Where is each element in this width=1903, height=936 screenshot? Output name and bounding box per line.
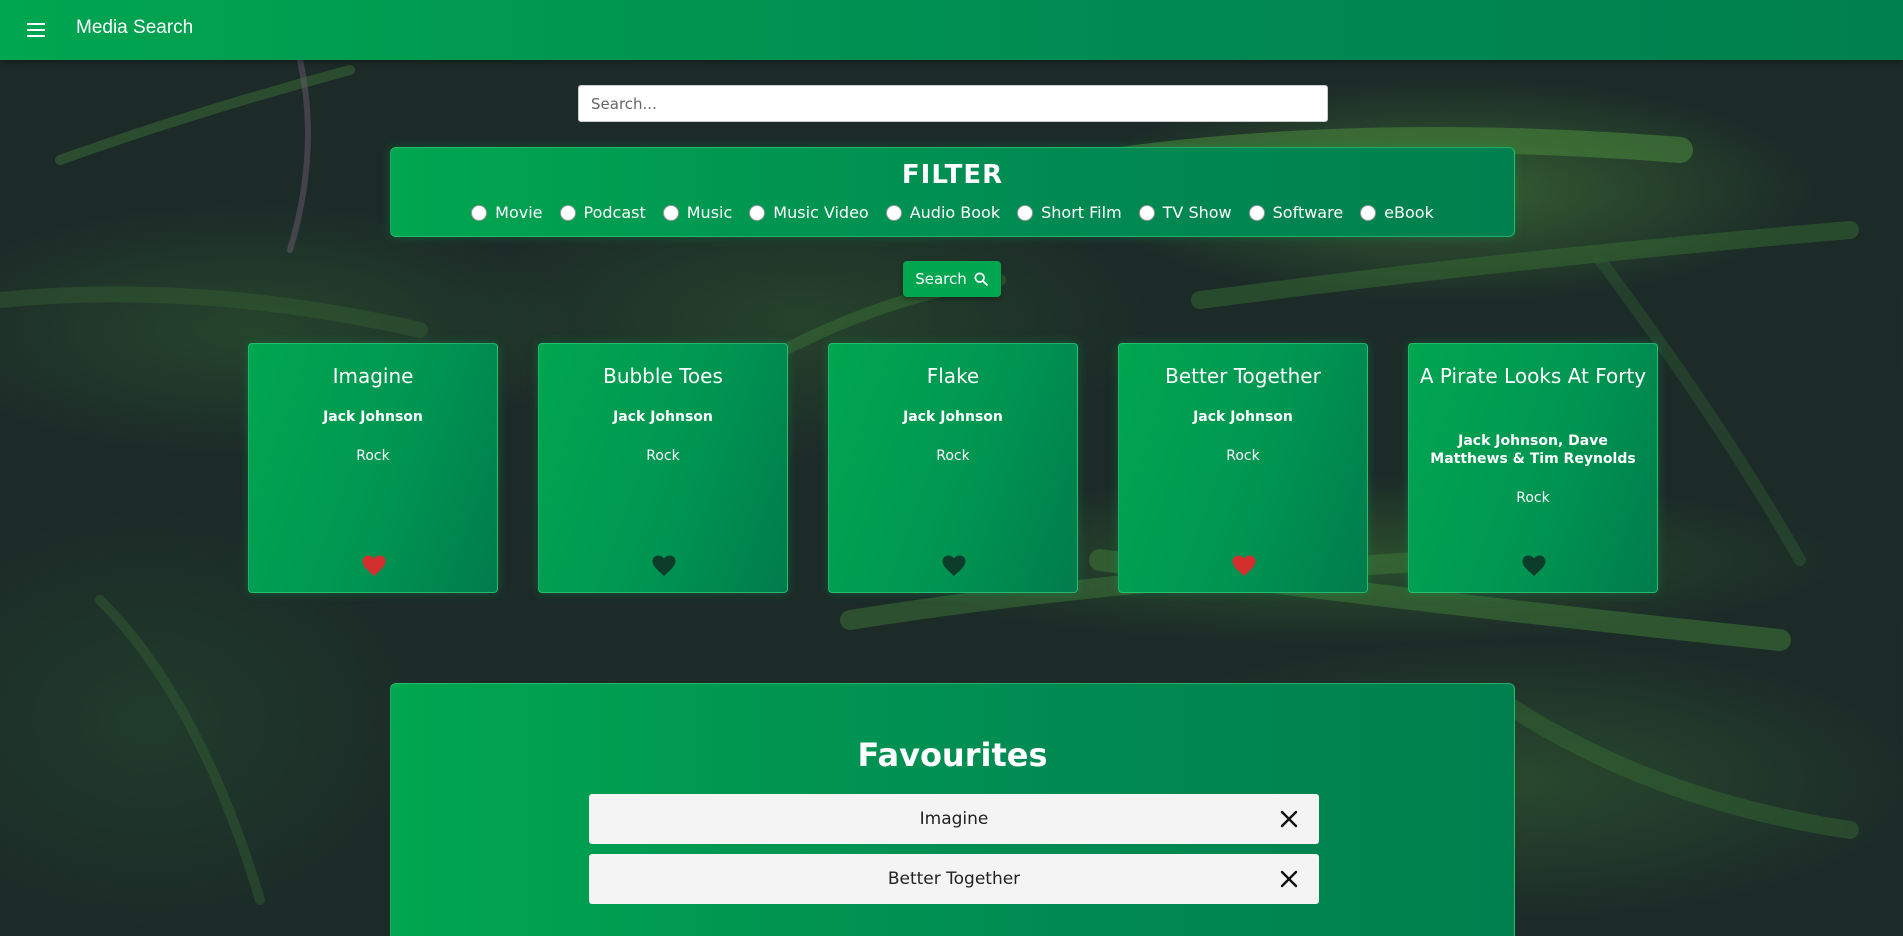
card-artist: Jack Johnson (323, 409, 423, 425)
close-icon[interactable] (1277, 867, 1301, 891)
menu-icon[interactable] (24, 18, 48, 42)
result-card[interactable]: Imagine Jack Johnson Rock (248, 343, 498, 593)
card-artist: Jack Johnson (613, 409, 713, 425)
heart-icon[interactable] (362, 555, 386, 577)
card-artist: Jack Johnson (1193, 409, 1293, 425)
filter-option-short-film[interactable]: Short Film (1017, 203, 1122, 222)
filter-option-label: eBook (1384, 203, 1434, 222)
radio-movie[interactable] (471, 204, 488, 221)
filter-option-podcast[interactable]: Podcast (559, 203, 646, 222)
result-card[interactable]: Bubble Toes Jack Johnson Rock (538, 343, 788, 593)
favourite-item-label: Imagine (919, 809, 989, 829)
card-genre: Rock (646, 448, 680, 464)
filter-option-ebook[interactable]: eBook (1360, 203, 1434, 222)
card-title: Flake (926, 364, 980, 388)
heart-icon[interactable] (652, 555, 676, 577)
radio-music-video[interactable] (749, 204, 766, 221)
search-button-label: Search (915, 270, 967, 288)
favourite-item: Imagine (589, 794, 1319, 844)
top-app-bar: Media Search (0, 0, 1903, 60)
heart-icon[interactable] (1232, 555, 1256, 577)
radio-podcast[interactable] (559, 204, 576, 221)
card-title: A Pirate Looks At Forty (1419, 364, 1647, 388)
filter-option-label: TV Show (1162, 203, 1232, 222)
filter-option-label: Audio Book (909, 203, 1001, 222)
filter-option-audio-book[interactable]: Audio Book (885, 203, 1001, 222)
card-genre: Rock (1516, 490, 1550, 506)
close-icon[interactable] (1277, 807, 1301, 831)
favourite-item: Better Together (589, 854, 1319, 904)
card-title: Imagine (332, 364, 414, 388)
result-card[interactable]: Flake Jack Johnson Rock (828, 343, 1078, 593)
favourites-panel: Favourites Imagine Better Together (390, 683, 1515, 936)
card-artist: Jack Johnson, Dave Matthews & Tim Reynol… (1430, 433, 1636, 467)
filter-option-label: Podcast (583, 203, 646, 222)
filter-option-tv-show[interactable]: TV Show (1138, 203, 1232, 222)
filter-title: FILTER (901, 160, 1004, 190)
filter-option-label: Music (686, 203, 733, 222)
filter-option-music-video[interactable]: Music Video (749, 203, 869, 222)
filter-panel: FILTER Movie Podcast Music Music Video A… (390, 147, 1515, 237)
search-button[interactable]: Search (903, 261, 1001, 297)
search-icon (974, 272, 988, 286)
radio-short-film[interactable] (1017, 204, 1034, 221)
favourite-item-label: Better Together (887, 869, 1021, 889)
result-card[interactable]: A Pirate Looks At Forty Jack Johnson, Da… (1408, 343, 1658, 593)
filter-options: Movie Podcast Music Music Video Audio Bo… (391, 203, 1514, 222)
heart-icon[interactable] (942, 555, 966, 577)
filter-option-music[interactable]: Music (662, 203, 733, 222)
card-genre: Rock (936, 448, 970, 464)
radio-music[interactable] (662, 204, 679, 221)
radio-audio-book[interactable] (885, 204, 902, 221)
radio-tv-show[interactable] (1138, 204, 1155, 221)
app-title: Media Search (76, 17, 194, 38)
radio-ebook[interactable] (1360, 204, 1377, 221)
result-card[interactable]: Better Together Jack Johnson Rock (1118, 343, 1368, 593)
card-title: Bubble Toes (603, 364, 723, 388)
favourites-title: Favourites (857, 736, 1048, 774)
radio-software[interactable] (1248, 204, 1265, 221)
filter-option-label: Short Film (1041, 203, 1122, 222)
filter-option-movie[interactable]: Movie (471, 203, 543, 222)
card-artist: Jack Johnson (903, 409, 1003, 425)
heart-icon[interactable] (1522, 555, 1546, 577)
filter-option-label: Music Video (773, 203, 869, 222)
filter-option-label: Movie (495, 203, 543, 222)
filter-option-software[interactable]: Software (1248, 203, 1344, 222)
card-title: Better Together (1165, 364, 1321, 388)
card-genre: Rock (356, 448, 390, 464)
card-genre: Rock (1226, 448, 1260, 464)
search-input[interactable] (578, 85, 1328, 122)
filter-option-label: Software (1272, 203, 1344, 222)
